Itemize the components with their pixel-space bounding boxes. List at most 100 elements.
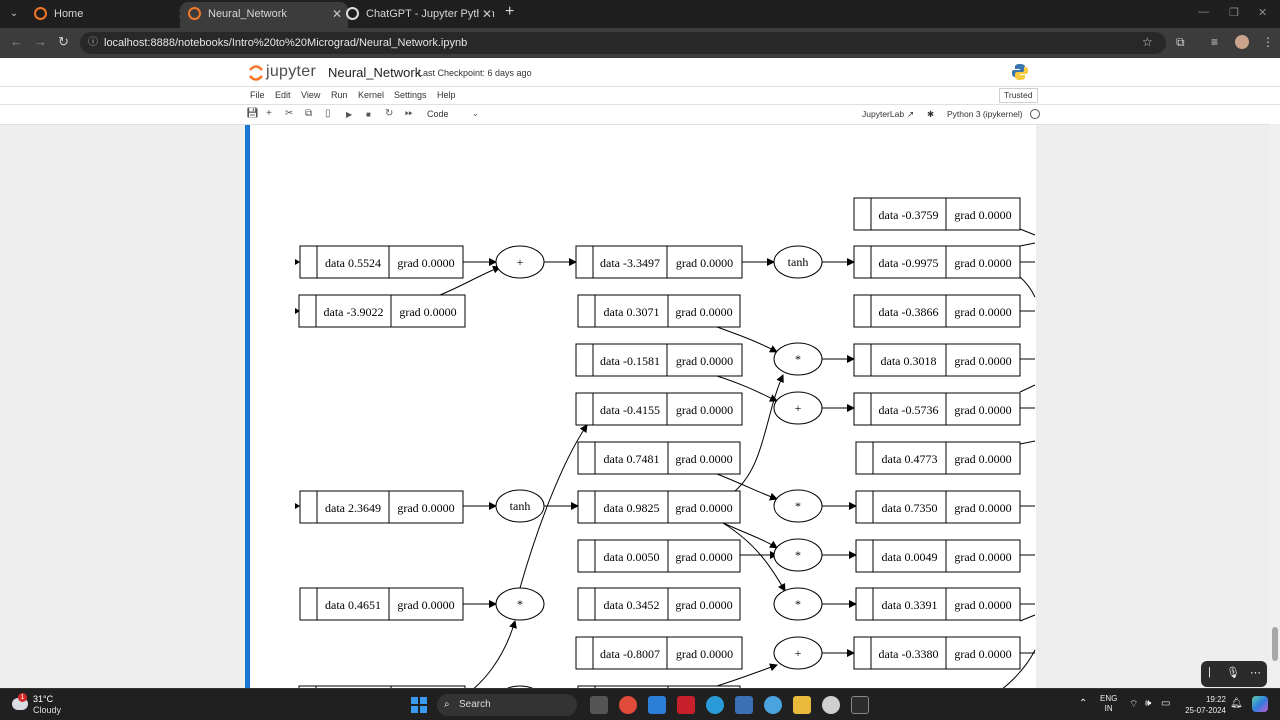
node-data-label: data 0.4651 [325, 598, 381, 612]
volume-icon[interactable]: 🕪︎ [1145, 698, 1151, 709]
add-cell-icon[interactable]: + [266, 108, 272, 119]
menu-edit[interactable]: Edit [275, 90, 291, 100]
paste-icon[interactable]: ▯ [325, 108, 331, 119]
debugger-icon[interactable]: ✱ [927, 109, 934, 120]
media-icon[interactable]: ≡ [1211, 35, 1218, 49]
restart-icon[interactable]: ↻ [385, 108, 393, 119]
store-icon[interactable] [735, 696, 753, 714]
tab-chatgpt[interactable]: ChatGPT - Jupyter Python Data ✕ [338, 2, 498, 28]
value-node: data 0.9825 grad 0.0000 [577, 490, 741, 524]
cell-type-select[interactable]: Code [427, 109, 449, 119]
tab-search-icon[interactable]: ⌄ [6, 6, 22, 22]
new-tab-button[interactable]: + [505, 3, 514, 21]
tab-neural-network[interactable]: Neural_Network ✕ [180, 2, 348, 28]
site-info-icon[interactable]: ⓘ [88, 32, 98, 54]
jupyter-favicon-icon [188, 7, 201, 20]
menu-run[interactable]: Run [331, 90, 348, 100]
maximize-icon[interactable]: ❐ [1229, 6, 1239, 19]
page-scrollbar[interactable] [1270, 124, 1280, 688]
avatar[interactable] [1235, 35, 1249, 49]
jupyter-favicon-icon [34, 7, 47, 20]
more-icon[interactable]: ⋯ [1250, 666, 1261, 679]
node-data-label: data 2.3649 [325, 501, 381, 515]
node-data-label: data 0.9825 [604, 501, 660, 515]
task-view-icon[interactable] [590, 696, 608, 714]
windows-taskbar: 1 31°C Cloudy ⌕ Search ⌃ ENG IN ⌔ 🕪︎ ▭ 1… [0, 688, 1280, 720]
clock-app-icon[interactable] [822, 696, 840, 714]
menu-kernel[interactable]: Kernel [358, 90, 384, 100]
node-data-label: data 0.4773 [882, 452, 938, 466]
graph-edge [1019, 276, 1036, 298]
mcafee-icon[interactable] [677, 696, 695, 714]
minimize-icon[interactable]: — [1198, 6, 1209, 18]
op-label: + [517, 255, 524, 269]
battery-icon[interactable]: ▭ [1161, 698, 1170, 709]
close-icon[interactable]: ✕ [478, 2, 492, 26]
chevron-down-icon[interactable]: ⌄ [472, 109, 479, 118]
value-node: data 0.0049 grad 0.0000 [855, 539, 1021, 573]
cursor-icon[interactable]: | [1208, 666, 1211, 678]
help-icon[interactable] [764, 696, 782, 714]
microphone-icon[interactable]: 🎙︎ [1226, 666, 1240, 679]
node-data-label: data 0.7481 [604, 452, 660, 466]
chrome-icon[interactable] [619, 696, 637, 714]
edge-icon[interactable] [706, 696, 724, 714]
scrollbar-thumb[interactable] [1272, 627, 1278, 661]
vscode-icon[interactable] [648, 696, 666, 714]
external-link-icon[interactable]: ↗ [907, 109, 914, 120]
node-grad-label: grad 0.0000 [397, 256, 454, 270]
close-window-icon[interactable]: ✕ [1258, 6, 1267, 19]
copilot-icon[interactable] [1252, 696, 1268, 712]
op-label: * [795, 352, 801, 366]
jupyterlab-link[interactable]: JupyterLab [862, 109, 904, 119]
jupyter-logo-icon[interactable] [248, 63, 264, 83]
menu-view[interactable]: View [301, 90, 320, 100]
forward-icon[interactable]: → [34, 34, 47, 49]
node-grad-label: grad 0.0000 [954, 354, 1011, 368]
cut-icon[interactable]: ✂ [285, 108, 293, 119]
run-icon[interactable]: ▶ [346, 110, 352, 119]
stop-icon[interactable]: ■ [366, 110, 371, 119]
reload-icon[interactable]: ↻ [58, 34, 69, 50]
op-label: * [795, 499, 801, 513]
jupyter-logo-text[interactable]: jupyter [266, 63, 316, 81]
weather-condition[interactable]: Cloudy [33, 705, 61, 715]
node-grad-label: grad 0.0000 [676, 647, 733, 661]
output-cell[interactable]: data -0.3759 grad 0.0000 data 0.5524 grad 0… [245, 125, 1036, 688]
bookmark-star-icon[interactable]: ☆ [1142, 35, 1153, 49]
menu-help[interactable]: Help [437, 90, 456, 100]
tab-home[interactable]: Home ✕ [26, 2, 194, 28]
notebook-title[interactable]: Neural_Network [328, 65, 421, 80]
restart-run-all-icon[interactable]: ⏩︎ [405, 108, 413, 119]
system-clock[interactable]: 19:22 25-07-2024 [1182, 694, 1226, 716]
node-grad-label: grad 0.0000 [676, 354, 733, 368]
language-indicator[interactable]: ENG IN [1100, 694, 1117, 714]
save-icon[interactable]: 💾︎ [246, 108, 259, 119]
wifi-icon[interactable]: ⌔ [1129, 698, 1138, 711]
op-node: + [495, 245, 545, 279]
extensions-icon[interactable]: ⧉ [1176, 35, 1185, 50]
copy-icon[interactable]: ⧉ [305, 108, 312, 119]
node-data-label: data 0.0049 [882, 550, 938, 564]
jupyter-header: jupyter Neural_Network Last Checkpoint: … [0, 58, 1280, 87]
graph-edge [295, 259, 300, 265]
terminal-icon[interactable] [851, 696, 869, 714]
search-icon: ⌕ [444, 699, 450, 710]
weather-temperature[interactable]: 31°C [33, 694, 53, 704]
back-icon[interactable]: ← [10, 34, 23, 49]
tray-overflow-icon[interactable]: ⌃ [1079, 698, 1087, 709]
node-grad-label: grad 0.0000 [675, 598, 732, 612]
menu-settings[interactable]: Settings [394, 90, 427, 100]
menu-file[interactable]: File [250, 90, 265, 100]
notebook-toolbar: 💾︎ + ✂ ⧉ ▯ ▶ ■ ↻ ⏩︎ Code ⌄ JupyterLab ↗ … [0, 105, 1280, 125]
kernel-name[interactable]: Python 3 (ipykernel) [947, 109, 1023, 119]
notification-bell-icon[interactable]: 🔔︎ [1230, 698, 1243, 709]
menu-icon[interactable]: ⋮ [1262, 35, 1274, 49]
file-explorer-icon[interactable] [793, 696, 811, 714]
taskbar-search[interactable]: ⌕ Search [437, 694, 577, 716]
value-node: data 0.5524 grad 0.0000 [299, 245, 464, 279]
windows-start-icon[interactable] [411, 697, 427, 713]
address-bar[interactable]: ⓘ localhost:8888/notebooks/Intro%20to%20… [80, 32, 1166, 54]
trusted-indicator[interactable]: Trusted [999, 88, 1038, 103]
node-data-label: data -3.3497 [600, 256, 660, 270]
